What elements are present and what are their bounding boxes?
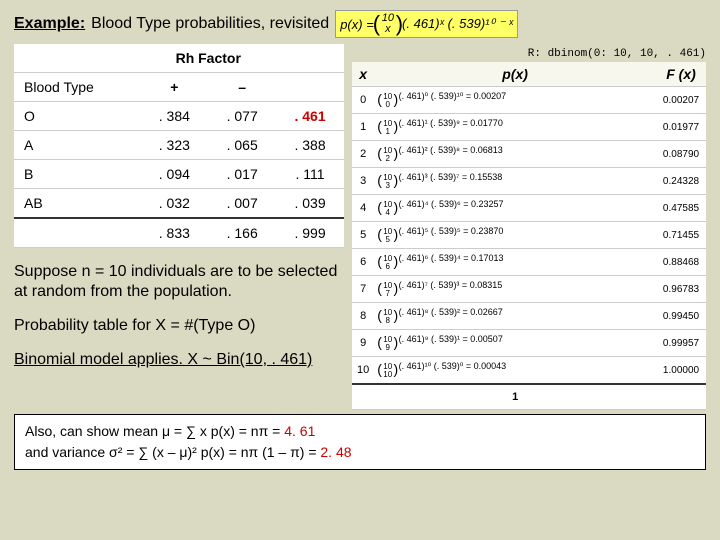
mean-text: Also, can show mean μ = ∑ x p(x) = nπ = [25,423,280,439]
mean-value: 4. 61 [284,423,315,439]
variance-text: and variance σ² = ∑ (x – μ)² p(x) = nπ (… [25,444,317,460]
binomial-coefficient-icon: 100 [379,93,396,109]
binomial-coefficient-icon: 107 [379,282,396,298]
example-title: Blood Type probabilities, revisited [91,15,329,33]
table-row: 0100 (. 461)⁰ (. 539)¹⁰ = 0.002070.00207 [352,87,706,114]
rh-factor-header: Rh Factor [140,44,276,73]
table-row: 4104 (. 461)⁴ (. 539)⁶ = 0.232570.47585 [352,195,706,222]
table-row: 6106 (. 461)⁶ (. 539)⁴ = 0.170130.88468 [352,249,706,276]
binomial-coefficient-icon: 1010 [379,363,396,379]
col-rh-minus: – [208,73,276,102]
example-label: Example: [14,15,85,33]
col-rh-plus: + [140,73,208,102]
col-blood-type: Blood Type [14,73,140,102]
binomial-coefficient-icon: 108 [379,309,396,325]
prose-binomial: Binomial model applies. X ~ Bin(10, . 46… [14,350,344,370]
col-fx: F (x) [656,62,706,87]
probability-table: x p(x) F (x) 0100 (. 461)⁰ (. 539)¹⁰ = 0… [352,62,706,410]
binomial-coefficient-icon: 105 [379,228,396,244]
formula-rhs: (. 461)ˣ (. 539)¹⁰ ⁻ ˣ [402,16,513,32]
table-row: 2102 (. 461)² (. 539)⁸ = 0.068130.08790 [352,141,706,168]
table-row: 3103 (. 461)³ (. 539)⁷ = 0.155380.24328 [352,168,706,195]
px-sum: 1 [374,384,656,410]
table-row: 101010 (. 461)¹⁰ (. 539)⁰ = 0.000431.000… [352,357,706,385]
binomial-coefficient-icon: 102 [379,147,396,163]
table-row: B. 094. 017. 111 [14,160,344,189]
table-row: 5105 (. 461)⁵ (. 539)⁵ = 0.238700.71455 [352,222,706,249]
blood-type-table: Rh Factor Blood Type + – O. 384. 077. 46… [14,44,344,248]
binomial-coefficient-icon: 106 [379,255,396,271]
mean-variance-box: Also, can show mean μ = ∑ x p(x) = nπ = … [14,414,706,470]
binomial-coefficient-icon: 101 [379,120,396,136]
col-x: x [352,62,374,87]
variance-value: 2. 48 [320,444,351,460]
table-row: AB. 032. 007. 039 [14,189,344,219]
slide-header: Example: Blood Type probabilities, revis… [14,10,706,38]
table-row: 7107 (. 461)⁷ (. 539)³ = 0.083150.96783 [352,276,706,303]
table-row: 9109 (. 461)⁹ (. 539)¹ = 0.005070.99957 [352,330,706,357]
binomial-coefficient-icon: 103 [379,174,396,190]
binomial-coefficient-icon: 10 x [376,13,400,35]
binomial-coefficient-icon: 104 [379,201,396,217]
table-row: 1101 (. 461)¹ (. 539)⁹ = 0.017700.01977 [352,114,706,141]
table-row: 8108 (. 461)⁸ (. 539)² = 0.026670.99450 [352,303,706,330]
prose-suppose: Suppose n = 10 individuals are to be sel… [14,262,344,302]
table-totals: . 833. 166. 999 [14,218,344,248]
table-row: A. 323. 065. 388 [14,131,344,160]
binomial-coefficient-icon: 109 [379,336,396,352]
pmf-formula: p(x) = 10 x (. 461)ˣ (. 539)¹⁰ ⁻ ˣ [335,10,518,38]
prose-prob-table: Probability table for X = #(Type O) [14,316,344,336]
col-px: p(x) [374,62,656,87]
formula-lhs: p(x) = [340,17,374,32]
r-code: R: dbinom(0: 10, 10, . 461) [352,48,706,60]
table-row: O. 384. 077. 461 [14,102,344,131]
